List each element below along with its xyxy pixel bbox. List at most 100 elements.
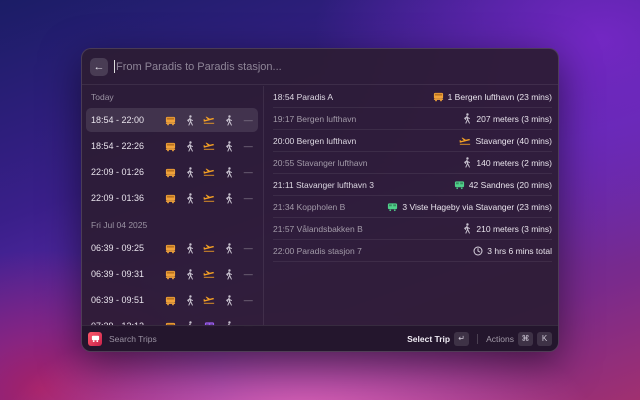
section-title: Today — [91, 92, 114, 102]
plane-icon — [200, 115, 219, 125]
clock-icon — [473, 246, 483, 256]
plane-icon — [200, 167, 219, 177]
footer-title: Search Trips — [109, 333, 157, 344]
walk-icon — [462, 113, 472, 124]
tram-icon — [454, 180, 465, 190]
arrow-left-icon: ← — [93, 60, 105, 73]
trip-row[interactable]: 22:09 - 01:36 — — [86, 186, 258, 210]
leg-stop: 20:55 Stavanger lufthavn — [273, 157, 368, 168]
plane-icon — [200, 295, 219, 305]
more-dash: — — [243, 269, 253, 279]
leg-stop: 18:54 Paradis A — [273, 91, 334, 102]
trip-leg: 20:00 Bergen lufthavn Stavanger (40 mins) — [273, 130, 552, 152]
bus-icon — [433, 91, 444, 102]
trip-leg: 22:00 Paradis stasjon 7 3 hrs 6 mins tota… — [273, 240, 552, 262]
trip-time: 22:09 - 01:36 — [91, 193, 145, 203]
trip-row[interactable]: 06:39 - 09:31 — — [86, 262, 258, 286]
leg-detail-text: Stavanger (40 mins) — [475, 135, 552, 146]
trip-row[interactable]: 06:39 - 09:25 — — [86, 236, 258, 260]
bus-icon — [161, 269, 180, 280]
bus-icon — [161, 193, 180, 204]
more-dash: — — [243, 295, 253, 305]
more-dash: — — [243, 115, 253, 125]
enter-key-hint: ↵ — [454, 331, 470, 346]
walk-icon — [219, 294, 238, 306]
leg-detail-text: 140 meters (2 mins) — [476, 157, 552, 168]
walk-icon — [180, 192, 199, 204]
leg-stop: 22:00 Paradis stasjon 7 — [273, 245, 362, 256]
more-dash: — — [243, 193, 253, 203]
bus-icon — [161, 243, 180, 254]
more-dash: — — [243, 167, 253, 177]
trip-leg: 18:54 Paradis A 1 Bergen lufthavn (23 min… — [273, 86, 552, 108]
divider — [477, 333, 479, 344]
leg-detail-text: 207 meters (3 mins) — [476, 113, 552, 124]
leg-detail: 210 meters (3 mins) — [462, 223, 552, 234]
leg-detail: 3 hrs 6 mins total — [473, 246, 552, 256]
walk-icon — [219, 192, 238, 204]
leg-stop: 21:11 Stavanger lufthavn 3 — [273, 179, 374, 190]
bus-icon — [161, 115, 180, 126]
leg-detail-text: 42 Sandnes (20 mins) — [468, 179, 552, 190]
section-title: Fri Jul 04 2025 — [91, 220, 148, 230]
walk-icon — [219, 268, 238, 280]
walk-icon — [180, 140, 199, 152]
leg-detail: 42 Sandnes (20 mins) — [454, 180, 552, 190]
walk-icon — [180, 166, 199, 178]
leg-detail: 207 meters (3 mins) — [462, 113, 552, 124]
trip-time: 22:09 - 01:26 — [91, 167, 145, 177]
trip-time: 18:54 - 22:26 — [91, 141, 145, 151]
trip-leg: 21:34 Koppholen B 3 Viste Hageby via Stav… — [273, 196, 552, 218]
walk-icon — [180, 242, 199, 254]
trip-leg: 21:57 Vålandsbakken B 210 meters (3 mins) — [273, 218, 552, 240]
leg-detail-text: 1 Bergen lufthavn (23 mins) — [447, 91, 552, 102]
leg-detail: 3 Viste Hageby via Stavanger (23 mins) — [387, 202, 552, 212]
walk-icon — [219, 114, 238, 126]
leg-detail-text: 3 hrs 6 mins total — [487, 245, 552, 256]
walk-icon — [462, 223, 472, 234]
trip-leg: 19:17 Bergen lufthavn 207 meters (3 mins) — [273, 108, 552, 130]
trip-time: 06:39 - 09:51 — [91, 295, 145, 305]
trip-search-window: ← Today18:54 - 22:00—18:54 - 22:26—22:09… — [81, 48, 559, 352]
trip-list: Today 18:54 - 22:00—18:54 - 22:26—22:09 -… — [82, 86, 264, 327]
trip-leg: 20:55 Stavanger lufthavn 140 meters (2 mi… — [273, 152, 552, 174]
trip-row[interactable]: 22:09 - 01:26 — — [86, 160, 258, 184]
walk-icon — [219, 166, 238, 178]
leg-detail: 1 Bergen lufthavn (23 mins) — [433, 91, 552, 102]
walk-icon — [219, 140, 238, 152]
trip-details: 18:54 Paradis A 1 Bergen lufthavn (23 min… — [265, 86, 558, 327]
trip-time: 06:39 - 09:31 — [91, 269, 145, 279]
select-trip-button[interactable]: Select Trip — [407, 334, 450, 344]
trip-leg: 21:11 Stavanger lufthavn 3 42 Sandnes (20… — [273, 174, 552, 196]
bus-icon — [161, 295, 180, 306]
tram-icon — [387, 202, 398, 212]
leg-stop: 19:17 Bergen lufthavn — [273, 113, 357, 124]
k-key-hint: K — [537, 331, 552, 346]
more-dash: — — [243, 141, 253, 151]
trip-time: 06:39 - 09:25 — [91, 243, 145, 253]
leg-detail-text: 3 Viste Hageby via Stavanger (23 mins) — [402, 201, 552, 212]
trip-time: 18:54 - 22:00 — [91, 115, 145, 125]
command-key-hint: ⌘ — [518, 331, 533, 346]
plane-icon — [459, 136, 471, 146]
back-button[interactable]: ← — [90, 57, 108, 76]
walk-icon — [219, 242, 238, 254]
leg-stop: 21:34 Koppholen B — [273, 201, 346, 212]
text-caret — [114, 60, 115, 73]
leg-stop: 21:57 Vålandsbakken B — [273, 223, 363, 234]
walk-icon — [462, 157, 472, 168]
trip-row[interactable]: 06:39 - 09:51 — — [86, 288, 258, 312]
plane-icon — [200, 141, 219, 151]
walk-icon — [180, 268, 199, 280]
plane-icon — [200, 243, 219, 253]
trip-row[interactable]: 18:54 - 22:00 — — [86, 108, 258, 132]
app-logo-icon — [88, 331, 102, 346]
actions-button[interactable]: Actions — [486, 334, 514, 344]
search-bar: ← — [82, 49, 558, 85]
bus-icon — [161, 141, 180, 152]
plane-icon — [200, 193, 219, 203]
leg-detail: 140 meters (2 mins) — [462, 157, 552, 168]
search-input[interactable] — [116, 60, 416, 73]
trip-row[interactable]: 18:54 - 22:26 — — [86, 134, 258, 158]
walk-icon — [180, 294, 199, 306]
